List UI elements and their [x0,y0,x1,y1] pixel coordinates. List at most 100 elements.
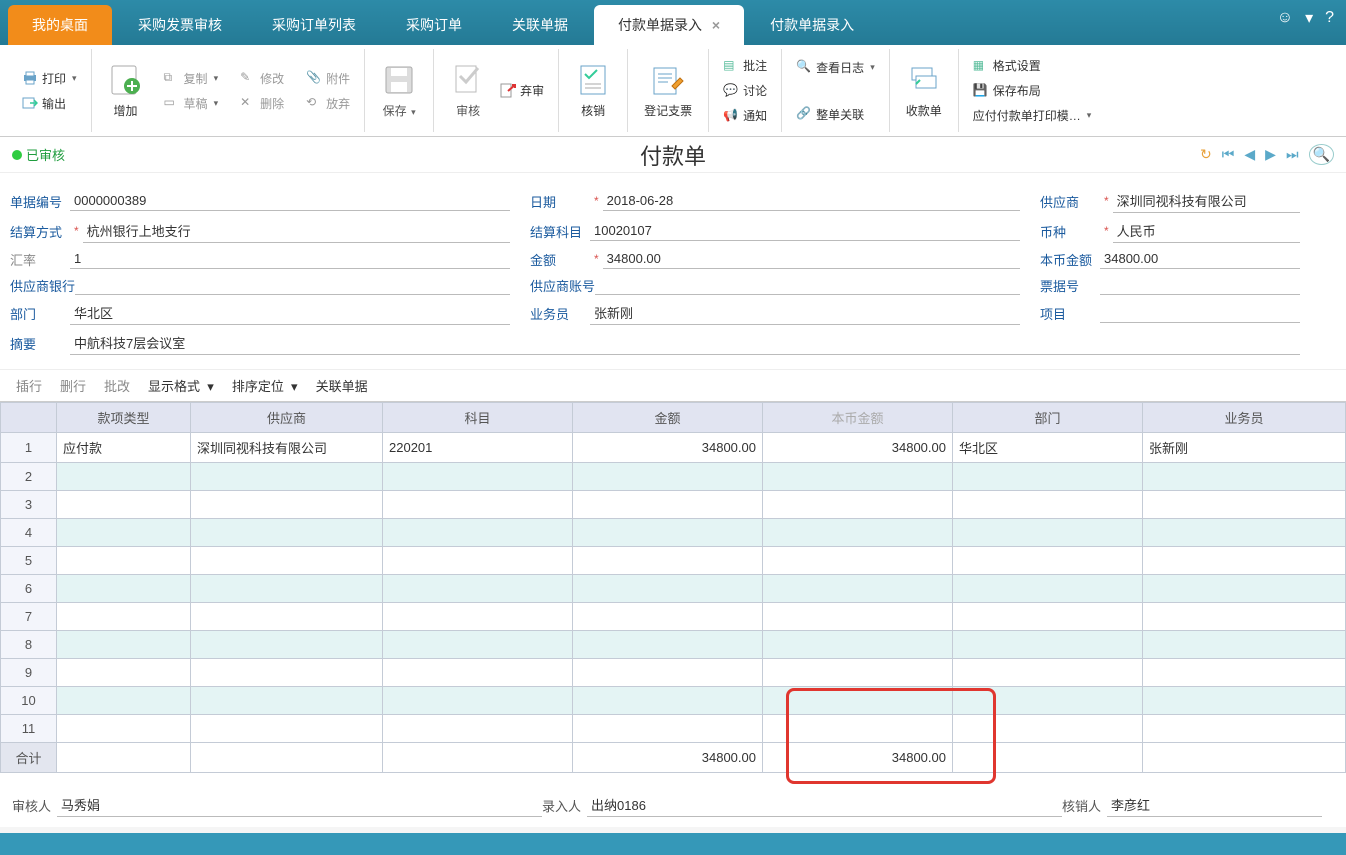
first-icon[interactable]: ⏮ [1222,146,1235,163]
table-row[interactable]: 2 [1,463,1346,491]
cell-type[interactable]: 应付款 [57,433,191,463]
display-format-button[interactable]: 显示格式 ▾ [148,376,214,395]
bill-no-input[interactable] [1100,275,1300,295]
date-input[interactable]: 2018-06-28 [603,191,1020,211]
tab-payment-entry-active[interactable]: 付款单据录入 × [594,5,744,45]
receipt-button[interactable]: 收款单 [898,58,950,123]
subject-input[interactable]: 10020107 [590,221,1020,241]
refresh-icon[interactable]: ↻ [1200,146,1212,163]
col-amount[interactable]: 金额 [573,403,763,433]
add-button[interactable]: 增加 [100,58,152,123]
table-row[interactable]: 4 [1,519,1346,547]
help-icon[interactable]: ? [1325,9,1334,27]
tab-payment-entry-2[interactable]: 付款单据录入 [746,5,878,45]
chevron-down-icon: ▾ [870,62,875,73]
field-supplier-bank: 供应商银行 [10,275,510,295]
copy-button[interactable]: ⧉ 复制 ▾ [158,68,225,89]
tab-related-docs[interactable]: 关联单据 [488,5,592,45]
smile-icon[interactable]: ☺ [1277,9,1293,27]
currency-input[interactable]: 人民币 [1113,219,1300,243]
output-label: 输出 [42,95,66,112]
print-button[interactable]: 打印 ▾ [16,68,83,89]
view-log-button[interactable]: 🔍 查看日志 ▾ [790,57,881,78]
cell-base-amount[interactable]: 34800.00 [763,433,953,463]
base-amount-input[interactable]: 34800.00 [1100,249,1300,269]
tab-close-icon[interactable]: × [712,17,720,33]
table-row[interactable]: 7 [1,603,1346,631]
save-button[interactable]: 保存 ▾ [373,58,425,123]
project-input[interactable] [1100,303,1300,323]
table-row[interactable]: 9 [1,659,1346,687]
clerk-input[interactable]: 张新刚 [590,301,1020,325]
writeoff-button[interactable]: 核销 [567,58,619,123]
field-project: 项目 [1040,301,1300,325]
register-cheque-button[interactable]: 登记支票 [636,58,700,123]
summary-input[interactable]: 中航科技7层会议室 [70,331,1300,355]
related-docs-button[interactable]: 关联单据 [316,376,368,395]
tab-my-desktop[interactable]: 我的桌面 [8,5,112,45]
table-row[interactable]: 6 [1,575,1346,603]
col-subject[interactable]: 科目 [383,403,573,433]
chevron-down-icon: ▾ [214,73,219,84]
last-icon[interactable]: ⏭ [1286,146,1299,163]
table-row[interactable]: 8 [1,631,1346,659]
field-currency: 币种 * 人民币 [1040,219,1300,243]
col-clerk[interactable]: 业务员 [1143,403,1346,433]
tab-purchase-order[interactable]: 采购订单 [382,5,486,45]
insert-row-button[interactable]: 插行 [16,376,42,395]
delete-row-button[interactable]: 删行 [60,376,86,395]
table-row[interactable]: 5 [1,547,1346,575]
field-dept: 部门 华北区 [10,301,510,325]
sort-button[interactable]: 排序定位 ▾ [232,376,298,395]
batch-edit-button[interactable]: 批改 [104,376,130,395]
tab-purchase-invoice-audit[interactable]: 采购发票审核 [114,5,246,45]
col-base-amount[interactable]: 本币金额 [763,403,953,433]
format-setting-button[interactable]: ▦ 格式设置 [967,55,1098,76]
supplier-input[interactable]: 深圳同视科技有限公司 [1113,189,1300,213]
supplier-bank-input[interactable] [75,275,510,295]
method-input[interactable]: 杭州银行上地支行 [83,219,510,243]
cell-amount[interactable]: 34800.00 [573,433,763,463]
whole-related-button[interactable]: 🔗 整单关联 [790,104,881,125]
cell-dept[interactable]: 华北区 [953,433,1143,463]
col-type[interactable]: 款项类型 [57,403,191,433]
draft-button[interactable]: ▭ 草稿 ▾ [158,93,225,114]
discuss-button[interactable]: 💬 讨论 [717,80,773,101]
modify-button[interactable]: ✎ 修改 [234,68,290,89]
col-supplier[interactable]: 供应商 [191,403,383,433]
discard-button[interactable]: ⟲ 放弃 [300,93,356,114]
save-layout-button[interactable]: 💾 保存布局 [967,80,1098,101]
field-bill-no: 票据号 [1040,275,1300,295]
table-row[interactable]: 3 [1,491,1346,519]
remark-button[interactable]: ▤ 批注 [717,55,773,76]
chevron-down-icon: ▾ [409,107,416,117]
supplier-acct-input[interactable] [595,275,1020,295]
table-row[interactable]: 1 应付款 深圳同视科技有限公司 220201 34800.00 34800.0… [1,433,1346,463]
notify-button[interactable]: 📢 通知 [717,105,773,126]
next-icon[interactable]: ▶ [1265,146,1276,163]
prev-icon[interactable]: ◀ [1244,146,1255,163]
deprecate-button[interactable]: 弃审 [494,80,550,101]
audit-button[interactable]: 审核 [442,58,494,123]
search-icon[interactable]: 🔍 [1309,144,1334,165]
output-button[interactable]: 输出 [16,93,83,114]
doc-no-input[interactable]: 0000000389 [70,191,510,211]
paperclip-icon: 📎 [306,70,322,86]
toolbar: 打印 ▾ 输出 增加 ⧉ 复制 ▾ ▭ [0,45,1346,137]
cell-supplier[interactable]: 深圳同视科技有限公司 [191,433,383,463]
table-row[interactable]: 10 [1,687,1346,715]
rate-input[interactable]: 1 [70,249,510,269]
attachment-button[interactable]: 📎 附件 [300,68,356,89]
grid-header-row: 款项类型 供应商 科目 金额 本币金额 部门 业务员 [1,403,1346,433]
col-dept[interactable]: 部门 [953,403,1143,433]
print-template-button[interactable]: 应付付款单打印模… ▾ [967,105,1098,126]
cell-subject[interactable]: 220201 [383,433,573,463]
tab-purchase-order-list[interactable]: 采购订单列表 [248,5,380,45]
delete-button[interactable]: ✕ 删除 [234,93,290,114]
amount-input[interactable]: 34800.00 [603,249,1020,269]
total-amount: 34800.00 [573,743,763,773]
dropdown-icon[interactable]: ▾ [1305,8,1313,28]
cell-clerk[interactable]: 张新刚 [1143,433,1346,463]
table-row[interactable]: 11 [1,715,1346,743]
dept-input[interactable]: 华北区 [70,301,510,325]
